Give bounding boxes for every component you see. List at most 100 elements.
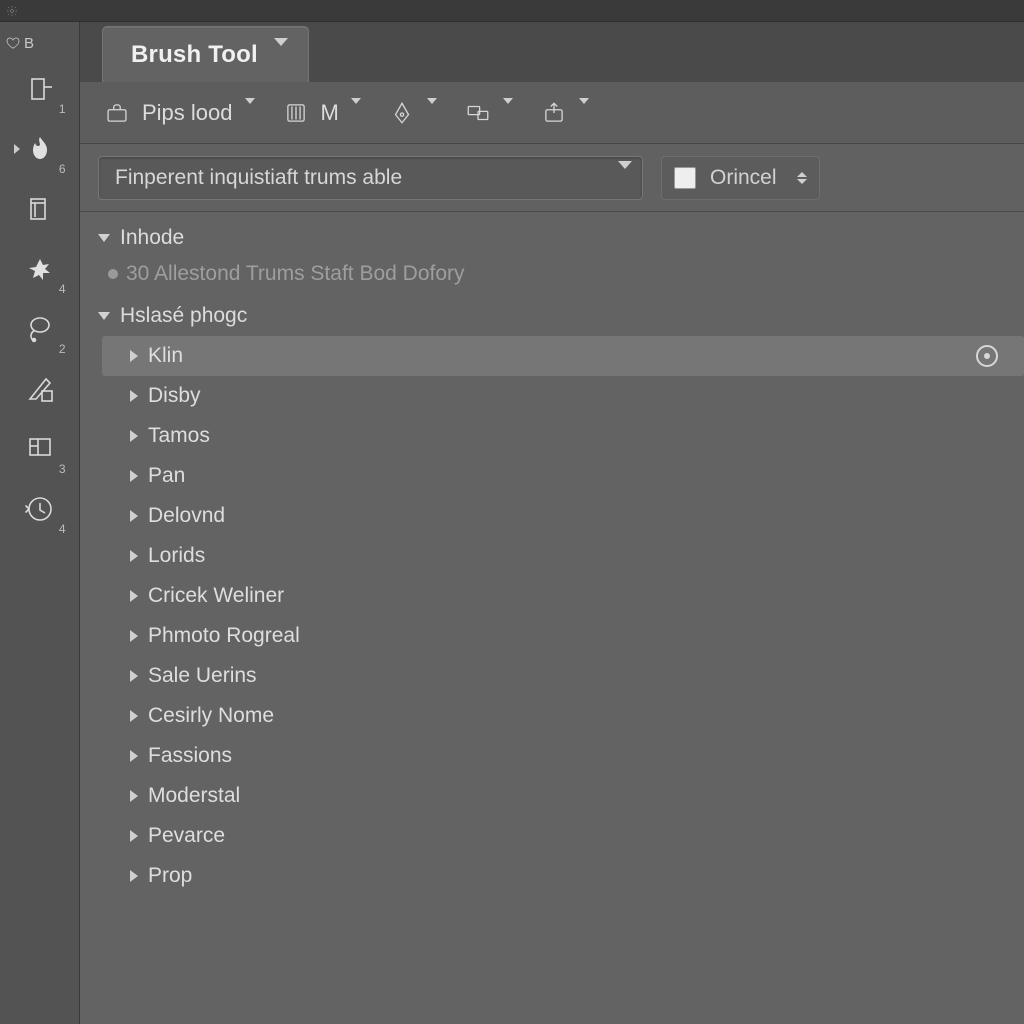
pen-icon <box>389 100 415 126</box>
chevron-right-icon <box>130 590 138 602</box>
checkbox-orincel[interactable]: Orincel <box>661 156 820 200</box>
heart-icon <box>6 36 20 50</box>
toolstrip-badge-label: B <box>24 35 34 52</box>
chevron-down-icon <box>98 312 110 320</box>
tree-item[interactable]: Lorids <box>102 536 1024 576</box>
tree-list: Klin Disby Tamos Pan Delovnd Lorids Cricek Wel… <box>80 336 1024 896</box>
stepper-icon[interactable] <box>797 172 807 184</box>
tab-title: Brush Tool <box>131 41 258 69</box>
pen-dropdown[interactable] <box>389 100 437 126</box>
checkbox-square-icon[interactable] <box>674 167 696 189</box>
options-bar: Pips lood M <box>80 82 1024 144</box>
chevron-right-icon <box>130 870 138 882</box>
info-icon[interactable] <box>976 345 998 367</box>
preset-label: Pips lood <box>142 100 233 126</box>
tree-item[interactable]: Prop <box>102 856 1024 896</box>
export-dropdown[interactable] <box>541 100 589 126</box>
chevron-right-icon <box>130 470 138 482</box>
chevron-down-icon <box>274 46 288 64</box>
tree-item[interactable]: Cesirly Nome <box>102 696 1024 736</box>
title-bar <box>0 0 1024 22</box>
tree-item[interactable]: Phmoto Rogreal <box>102 616 1024 656</box>
tool-crop-sub: 1 <box>59 102 66 116</box>
main-area: B 1 6 4 2 3 4 <box>0 22 1024 1024</box>
mode-dropdown[interactable]: M <box>283 100 361 126</box>
chevron-down-icon <box>503 104 513 122</box>
tree-item[interactable]: Moderstal <box>102 776 1024 816</box>
tree-item-label: Delovnd <box>148 504 225 528</box>
chevron-right-icon <box>130 550 138 562</box>
tree-item[interactable]: Sale Uerins <box>102 656 1024 696</box>
tool-type[interactable] <box>10 180 70 238</box>
tree-item[interactable]: Disby <box>102 376 1024 416</box>
chevron-right-icon <box>130 790 138 802</box>
section-label: Hslasé phogc <box>120 304 247 328</box>
briefcase-icon <box>104 100 130 126</box>
tree-item-label: Pan <box>148 464 185 488</box>
screens-icon <box>465 100 491 126</box>
chevron-down-icon <box>98 234 110 242</box>
tree-item[interactable]: Pan <box>102 456 1024 496</box>
tree-item-label: Klin <box>148 344 183 368</box>
toolstrip-badge: B <box>0 28 79 58</box>
panel: Brush Tool Pips lood M <box>80 22 1024 1024</box>
tree-item[interactable]: Pevarce <box>102 816 1024 856</box>
tree-item[interactable]: Tamos <box>102 416 1024 456</box>
section-hslase[interactable]: Hslasé phogc <box>80 296 1024 336</box>
tree-item-label: Lorids <box>148 544 205 568</box>
tool-flame-sub: 6 <box>59 162 66 176</box>
chevron-right-icon <box>130 630 138 642</box>
checkbox-label: Orincel <box>710 166 777 190</box>
tree-item[interactable]: Klin <box>102 336 1024 376</box>
gear-icon[interactable] <box>6 5 18 17</box>
preset-dropdown[interactable]: Pips lood <box>104 100 255 126</box>
chevron-right-icon <box>130 510 138 522</box>
tree-item[interactable]: Fassions <box>102 736 1024 776</box>
tool-splat-sub: 4 <box>59 282 66 296</box>
chevron-down-icon[interactable] <box>618 169 632 187</box>
flyout-indicator-icon <box>14 144 20 154</box>
tree-item-label: Disby <box>148 384 201 408</box>
status-line: 30 Allestond Trums Staft Bod Dofory <box>80 258 1024 296</box>
tree-item-label: Fassions <box>148 744 232 768</box>
chevron-right-icon <box>130 750 138 762</box>
chevron-down-icon <box>351 104 361 122</box>
tree-item[interactable]: Cricek Weliner <box>102 576 1024 616</box>
tab-brush-tool[interactable]: Brush Tool <box>102 26 309 82</box>
chevron-down-icon <box>245 104 255 122</box>
tree-item-label: Tamos <box>148 424 210 448</box>
tool-history[interactable]: 4 <box>10 480 70 538</box>
tree-item-label: Moderstal <box>148 784 240 808</box>
sliders-icon <box>283 100 309 126</box>
tree-item-label: Prop <box>148 864 192 888</box>
tree-item[interactable]: Delovnd <box>102 496 1024 536</box>
tool-history-sub: 4 <box>59 522 66 536</box>
tree-item-label: Phmoto Rogreal <box>148 624 300 648</box>
tool-crop[interactable]: 1 <box>10 60 70 118</box>
tab-bar: Brush Tool <box>80 22 1024 82</box>
chevron-right-icon <box>130 390 138 402</box>
tool-slice[interactable] <box>10 360 70 418</box>
status-text: 30 Allestond Trums Staft Bod Dofory <box>126 262 465 286</box>
tool-flame[interactable]: 6 <box>10 120 70 178</box>
screens-dropdown[interactable] <box>465 100 513 126</box>
content-area: Inhode 30 Allestond Trums Staft Bod Dofo… <box>80 212 1024 1024</box>
chevron-right-icon <box>130 670 138 682</box>
chevron-right-icon <box>130 710 138 722</box>
section-inhode[interactable]: Inhode <box>80 218 1024 258</box>
search-box[interactable] <box>98 156 643 200</box>
chevron-right-icon <box>130 350 138 362</box>
search-input[interactable] <box>115 166 618 190</box>
section-label: Inhode <box>120 226 184 250</box>
tool-artboard[interactable]: 3 <box>10 420 70 478</box>
export-icon <box>541 100 567 126</box>
chevron-right-icon <box>130 830 138 842</box>
tree-item-label: Pevarce <box>148 824 225 848</box>
tool-lasso-sub: 2 <box>59 342 66 356</box>
tool-artboard-sub: 3 <box>59 462 66 476</box>
tree-item-label: Cricek Weliner <box>148 584 284 608</box>
tool-splat[interactable]: 4 <box>10 240 70 298</box>
chevron-right-icon <box>130 430 138 442</box>
tool-strip: B 1 6 4 2 3 4 <box>0 22 80 1024</box>
tool-lasso[interactable]: 2 <box>10 300 70 358</box>
